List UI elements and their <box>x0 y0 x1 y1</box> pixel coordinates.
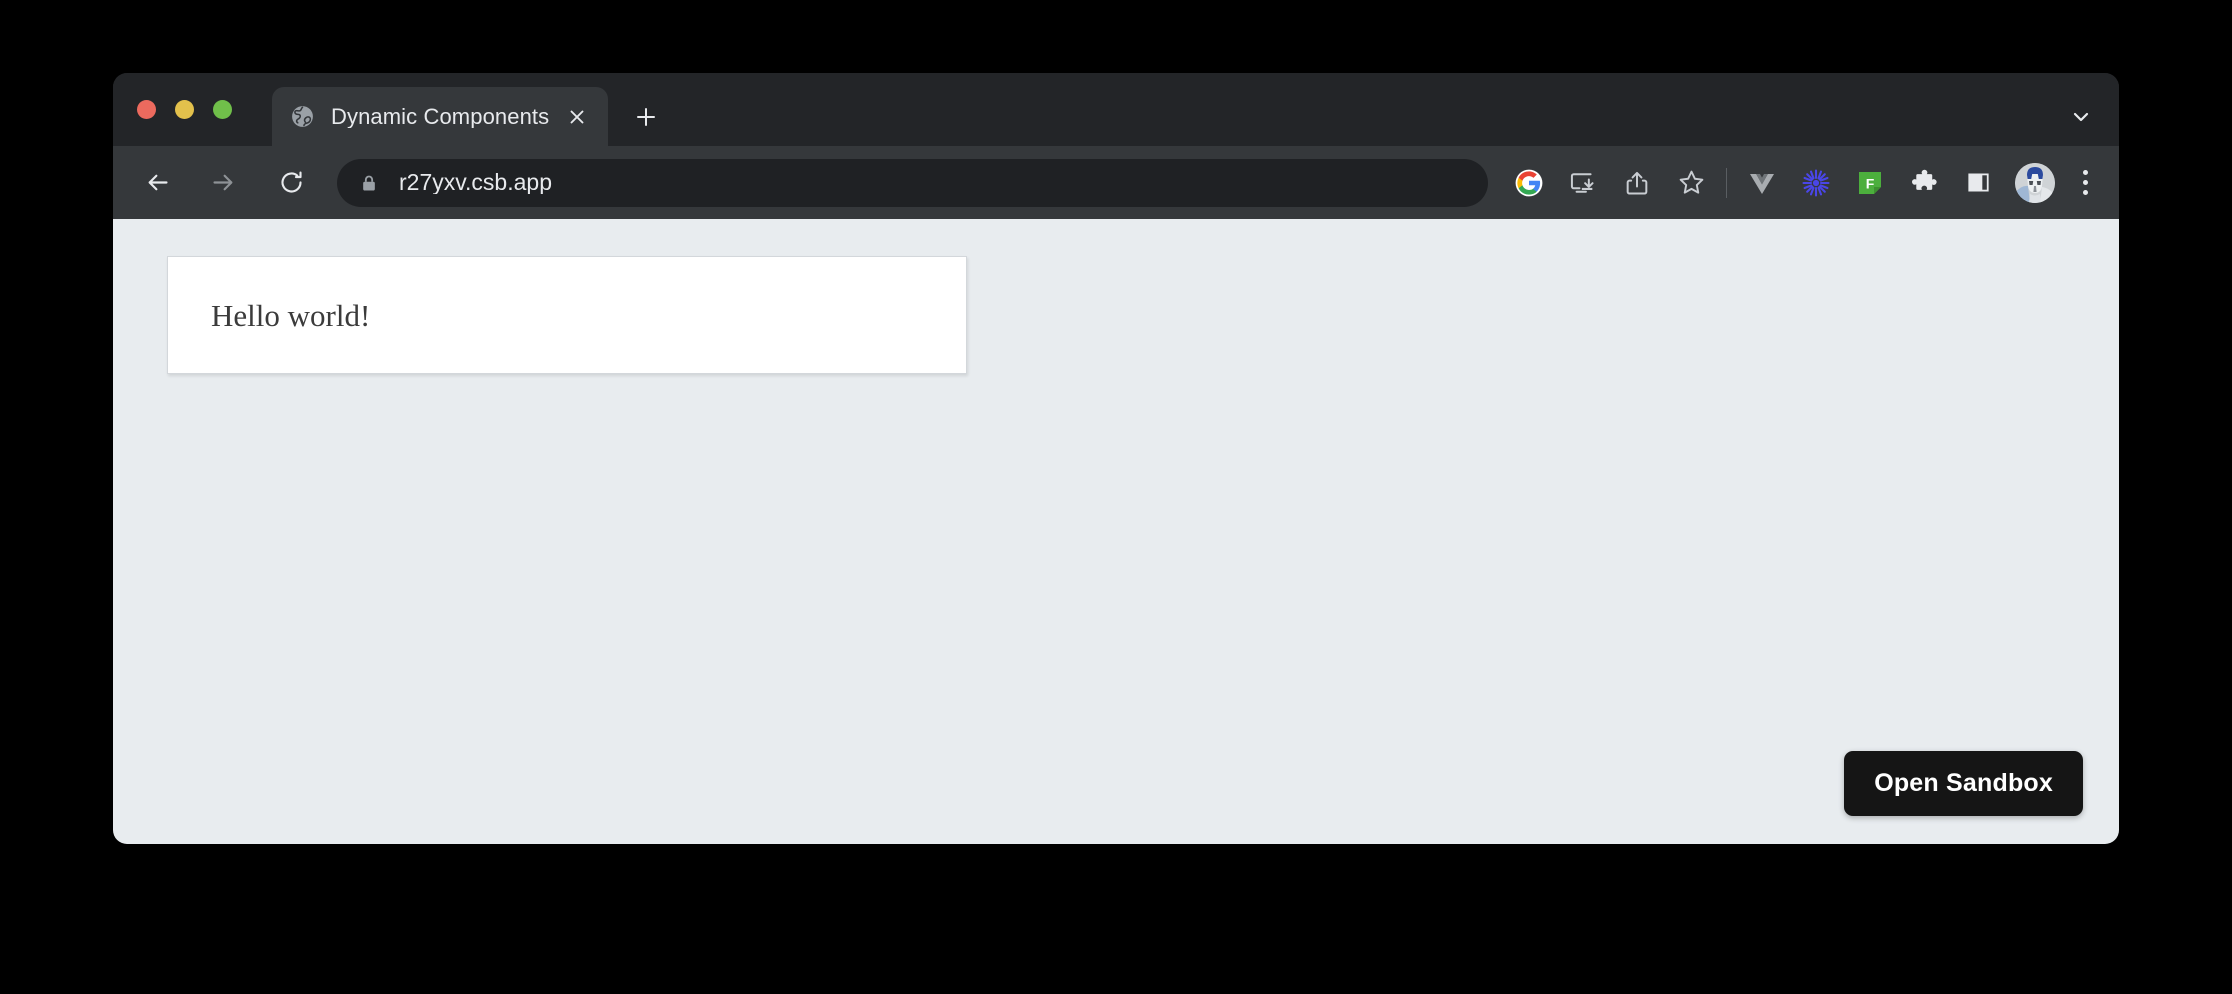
new-tab-button[interactable] <box>627 98 665 136</box>
three-dot-menu-icon <box>2082 170 2088 175</box>
install-app-icon <box>1570 172 1594 193</box>
hello-world-text: Hello world! <box>211 297 371 333</box>
window-close-button[interactable] <box>137 100 156 119</box>
tab-close-button[interactable] <box>562 102 592 132</box>
install-app-button[interactable] <box>1560 160 1606 206</box>
extension-f-icon: F <box>1859 171 1881 194</box>
back-button[interactable] <box>135 161 179 205</box>
arrow-right-icon <box>212 174 232 191</box>
page-viewport: Hello world! Open Sandbox <box>113 219 2119 844</box>
three-dot-menu-icon <box>2082 180 2088 185</box>
window-maximize-button[interactable] <box>213 100 232 119</box>
google-search-icon <box>1515 169 1543 196</box>
extensions-puzzle-button[interactable] <box>1901 160 1947 206</box>
bookmark-star-button[interactable] <box>1668 160 1714 206</box>
tab-search-button[interactable] <box>2061 97 2101 137</box>
browser-toolbar: r27yxv.csb.app F <box>113 146 2119 219</box>
toolbar-separator <box>1726 167 1727 198</box>
address-bar[interactable]: r27yxv.csb.app <box>337 158 1488 207</box>
tab-title: Dynamic Components <box>331 105 550 128</box>
lock-icon <box>363 175 375 190</box>
side-panel-button[interactable] <box>1955 160 2001 206</box>
reload-icon <box>280 171 302 193</box>
profile-avatar[interactable] <box>2015 162 2055 203</box>
window-minimize-button[interactable] <box>175 100 194 119</box>
toolbar-actions: F <box>1502 160 2119 206</box>
reload-button[interactable] <box>269 161 313 205</box>
bookmark-star-icon <box>1679 170 1703 194</box>
three-dot-menu-icon <box>2082 190 2088 195</box>
plus-icon <box>637 108 655 126</box>
avatar <box>2015 162 2055 203</box>
side-panel-icon <box>1967 173 1989 192</box>
vue-devtools-icon <box>1750 173 1774 194</box>
extensions-puzzle-icon <box>1911 169 1937 190</box>
google-search-icon-button[interactable] <box>1506 160 1552 206</box>
arrow-left-icon <box>148 174 168 191</box>
window-controls <box>137 100 232 119</box>
extension-f-label: F <box>1866 175 1875 191</box>
tab-strip: Dynamic Components <box>113 73 2119 146</box>
forward-button[interactable] <box>201 161 245 205</box>
open-sandbox-button[interactable]: Open Sandbox <box>1844 751 2083 816</box>
extension-burst-icon <box>1802 168 1830 197</box>
extension-burst-button[interactable] <box>1793 160 1839 206</box>
browser-tab-active[interactable]: Dynamic Components <box>272 87 608 146</box>
browser-window: Dynamic Components r27yxv.csb.app F Hell… <box>113 73 2119 844</box>
hello-world-card: Hello world! <box>167 256 967 374</box>
extension-f-button[interactable]: F <box>1847 160 1893 206</box>
close-icon <box>570 110 584 123</box>
vue-devtools-button[interactable] <box>1739 160 1785 206</box>
share-button[interactable] <box>1614 160 1660 206</box>
url-text: r27yxv.csb.app <box>399 171 552 194</box>
share-icon <box>1626 171 1648 194</box>
chevron-down-icon <box>2073 112 2089 122</box>
globe-icon <box>292 106 313 127</box>
browser-menu-button[interactable] <box>2065 160 2105 206</box>
